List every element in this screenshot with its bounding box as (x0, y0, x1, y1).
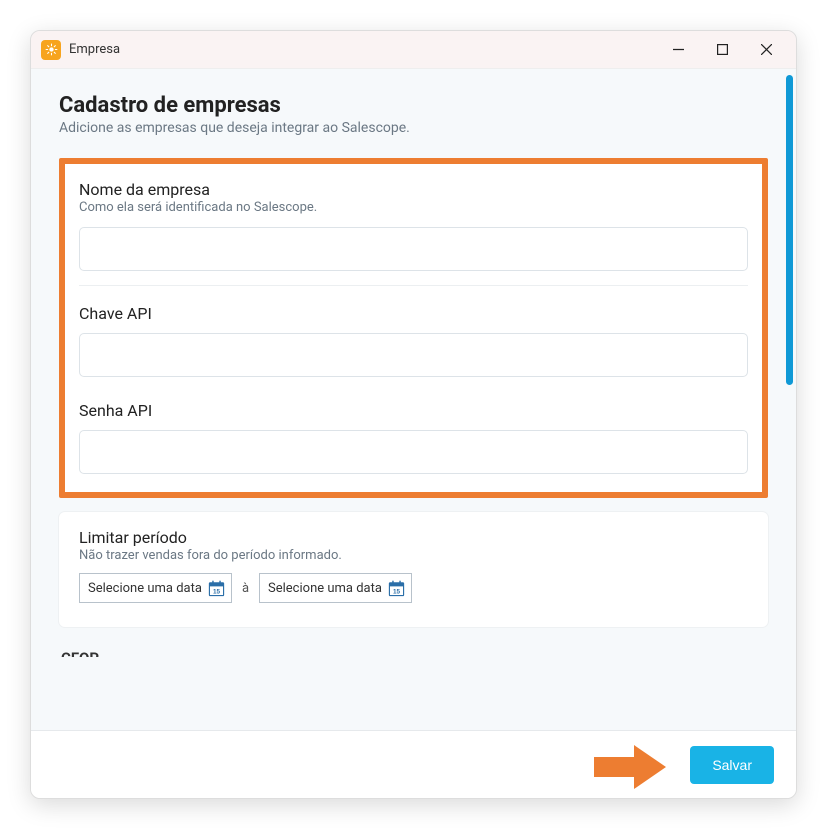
date-from-placeholder: Selecione uma data (88, 581, 202, 596)
arrow-annotation-icon (594, 745, 666, 789)
company-name-label: Nome da empresa (79, 180, 748, 199)
company-name-hint: Como ela será identificada no Salescope. (79, 200, 748, 215)
period-card: Limitar período Não trazer vendas fora d… (59, 512, 768, 627)
field-api-key: Chave API (79, 286, 748, 391)
calendar-icon: 15 (388, 580, 405, 597)
period-label: Limitar período (79, 528, 748, 547)
date-to-picker[interactable]: Selecione uma data 15 (259, 573, 412, 603)
api-password-label: Senha API (79, 401, 748, 420)
api-key-input[interactable] (79, 333, 748, 377)
period-hint: Não trazer vendas fora do período inform… (79, 548, 748, 563)
cutoff-section-label: CFOP (61, 649, 768, 657)
calendar-icon: 15 (208, 580, 225, 597)
date-separator: à (242, 581, 249, 596)
date-to-placeholder: Selecione uma data (268, 581, 382, 596)
minimize-button[interactable] (656, 35, 700, 65)
maximize-button[interactable] (700, 35, 744, 65)
app-window: Empresa Cadastro de empresas Adicione as… (30, 30, 797, 799)
svg-text:15: 15 (393, 588, 401, 595)
close-button[interactable] (744, 35, 788, 65)
app-icon (41, 40, 61, 60)
save-button[interactable]: Salvar (690, 746, 774, 784)
svg-text:15: 15 (213, 588, 221, 595)
page-title: Cadastro de empresas (59, 93, 768, 118)
content-area: Cadastro de empresas Adicione as empresa… (31, 69, 796, 798)
api-key-label: Chave API (79, 304, 748, 323)
date-from-picker[interactable]: Selecione uma data 15 (79, 573, 232, 603)
footer: Salvar (31, 730, 796, 798)
titlebar: Empresa (31, 31, 796, 69)
api-password-input[interactable] (79, 430, 748, 474)
highlight-annotation: Nome da empresa Como ela será identifica… (59, 158, 768, 498)
company-name-input[interactable] (79, 227, 748, 271)
field-company-name: Nome da empresa Como ela será identifica… (79, 174, 748, 286)
field-api-password: Senha API (79, 391, 748, 478)
page-subtitle: Adicione as empresas que deseja integrar… (59, 120, 768, 136)
window-title: Empresa (69, 42, 120, 57)
scrollbar-thumb[interactable] (786, 75, 793, 385)
